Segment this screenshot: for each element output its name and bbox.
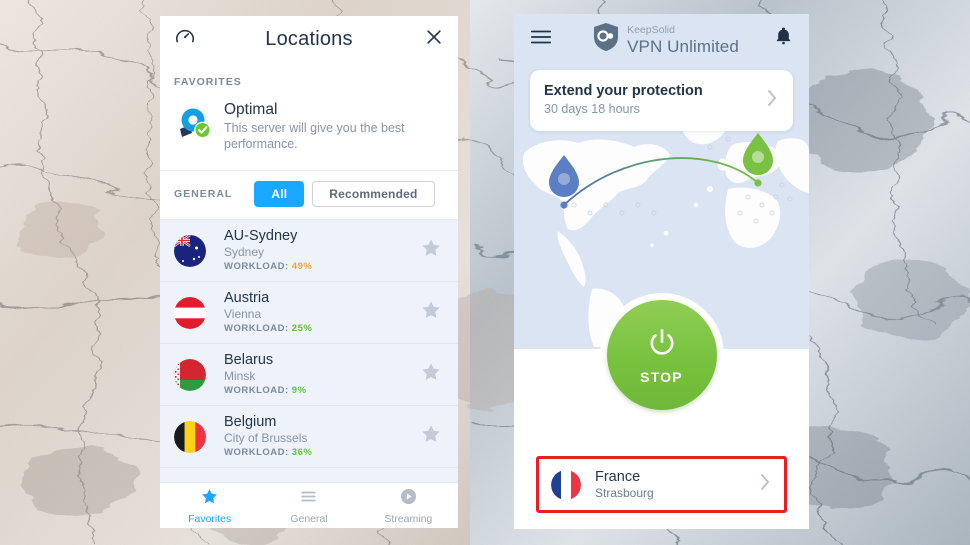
play-circle-icon [399,487,418,511]
locations-panel: Locations FAVORITES Optimal This server … [160,16,458,528]
filter-recommended-button[interactable]: Recommended [312,181,435,207]
chevron-right-icon [765,87,779,114]
server-info: Belgium City of Brussels WORKLOAD: 36% [206,413,420,460]
list-icon [299,487,318,511]
flag-austria-icon [174,296,206,329]
favorite-star-icon[interactable] [420,237,444,264]
vpn-app-panel: KeepSolid VPN Unlimited Extend your prot… [514,14,809,529]
filter-segmented-control: All Recommended [254,181,435,207]
server-city: Minsk [224,369,256,383]
table-row[interactable]: Austria Vienna WORKLOAD: 25% [160,282,458,344]
stop-button-label: STOP [640,368,683,385]
optimal-server-row[interactable]: Optimal This server will give you the be… [160,98,458,171]
server-city: Sydney [224,245,265,259]
workload-value: 36% [291,447,313,458]
table-row[interactable]: AU-Sydney Sydney WORKLOAD: 49% [160,220,458,282]
general-section-label: GENERAL [174,188,233,200]
flag-belgium-icon [174,420,206,453]
extend-card-title: Extend your protection [544,83,703,99]
keepsolid-shield-logo-icon [593,22,619,57]
server-info: AU-Sydney Sydney WORKLOAD: 49% [206,227,420,274]
close-icon[interactable] [424,27,444,52]
flag-belarus-icon [174,358,206,391]
server-workload: WORKLOAD: 49% [224,260,420,274]
optimal-server-description: This server will give you the best perfo… [224,121,405,151]
tab-general-label: General [290,512,328,525]
stop-button[interactable]: STOP [606,300,717,410]
optimal-server-text: Optimal This server will give you the be… [218,100,414,152]
tab-general[interactable]: General [259,483,358,528]
table-row[interactable]: Belarus Minsk WORKLOAD: 9% [160,344,458,406]
favorites-section-label: FAVORITES [160,62,458,98]
general-filter-bar: GENERAL All Recommended [160,171,458,220]
filter-all-button[interactable]: All [254,181,305,207]
tab-streaming[interactable]: Streaming [359,483,458,528]
bottom-tab-bar: Favorites General Streaming [160,482,458,528]
server-workload: WORKLOAD: 36% [224,446,420,460]
extend-protection-card[interactable]: Extend your protection 30 days 18 hours [530,70,793,131]
hamburger-menu-icon[interactable] [530,28,552,51]
extend-card-text: Extend your protection 30 days 18 hours [544,82,703,118]
workload-value: 49% [291,261,313,272]
server-name: AU-Sydney [224,228,298,244]
power-button-ring: STOP [599,293,724,417]
favorite-star-icon[interactable] [420,361,444,388]
brand-text: KeepSolid VPN Unlimited [627,21,739,57]
location-country: France [595,469,641,485]
locations-header: Locations [160,16,458,62]
power-icon [645,326,679,365]
workload-label: WORKLOAD: [224,323,289,334]
tab-favorites-label: Favorites [188,512,232,525]
optimal-server-name: Optimal [224,101,278,118]
extend-card-subtitle: 30 days 18 hours [544,102,640,116]
location-text: France Strasbourg [581,468,654,501]
vpn-bottom-section: STOP France Strasbourg [514,293,809,529]
location-city: Strasbourg [595,486,654,500]
server-info: Austria Vienna WORKLOAD: 25% [206,289,420,336]
speedometer-icon[interactable] [174,26,196,53]
server-name: Belarus [224,352,274,368]
server-workload: WORKLOAD: 25% [224,322,420,336]
workload-value: 9% [291,385,307,396]
table-row[interactable]: Belgium City of Brussels WORKLOAD: 36% [160,406,458,468]
locations-body: FAVORITES Optimal This server will give … [160,62,458,482]
brand-main-label: VPN Unlimited [627,37,739,56]
server-city: City of Brussels [224,431,308,445]
workload-label: WORKLOAD: [224,261,289,272]
location-selector[interactable]: France Strasbourg [536,456,787,513]
server-city: Vienna [224,307,262,321]
tab-favorites[interactable]: Favorites [160,483,259,528]
star-icon [200,487,219,511]
page-title: Locations [265,27,353,50]
vpn-header: KeepSolid VPN Unlimited [514,14,809,64]
optimal-server-pin-icon [174,100,218,152]
workload-label: WORKLOAD: [224,447,289,458]
brand-top-label: KeepSolid [627,24,675,36]
flag-australia-icon [174,234,206,267]
marble-background [0,0,970,545]
brand-lockup: KeepSolid VPN Unlimited [587,21,739,57]
favorite-star-icon[interactable] [420,299,444,326]
favorite-star-icon[interactable] [420,423,444,450]
flag-france-icon [551,469,581,500]
workload-value: 25% [291,323,313,334]
server-info: Belarus Minsk WORKLOAD: 9% [206,351,420,398]
server-name: Austria [224,290,270,306]
workload-label: WORKLOAD: [224,385,289,396]
server-list: AU-Sydney Sydney WORKLOAD: 49% Austria V… [160,220,458,468]
notification-bell-icon[interactable] [774,26,793,52]
tab-streaming-label: Streaming [384,512,433,525]
server-workload: WORKLOAD: 9% [224,384,420,398]
chevron-right-icon [758,470,772,499]
server-name: Belgium [224,414,277,430]
